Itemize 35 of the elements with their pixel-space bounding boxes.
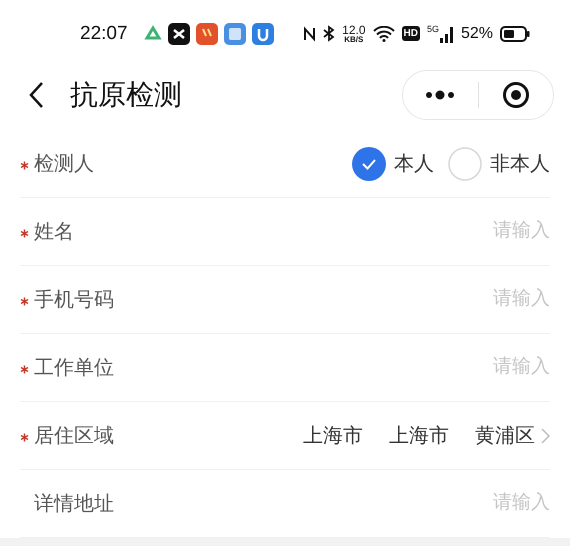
radio-icon <box>448 146 482 181</box>
field-label: 手机号码 <box>34 288 114 313</box>
target-icon <box>502 81 530 110</box>
more-icon <box>425 90 456 100</box>
app-icon <box>196 22 218 45</box>
field-label: 检测人 <box>34 152 94 177</box>
input-field[interactable]: 请输入 <box>350 353 550 382</box>
field-label: 详情地址 <box>34 492 114 517</box>
wifi-icon <box>372 26 394 42</box>
input-field[interactable]: 请输入 <box>350 285 550 314</box>
battery-percent: 52% <box>460 24 493 44</box>
page-title: 抗原检测 <box>70 78 182 112</box>
bluetooth-icon <box>323 25 336 42</box>
battery-icon <box>500 26 530 42</box>
network-type: 5G <box>426 24 439 34</box>
field-label: 姓名 <box>34 220 74 245</box>
app-icon <box>252 22 274 45</box>
speed-unit: KB/S <box>344 36 364 44</box>
nfc-icon <box>303 26 316 42</box>
speed-value: 12.0 <box>342 24 366 36</box>
back-icon <box>28 81 44 110</box>
chevron-icon <box>541 428 550 444</box>
hd-badge: HD <box>402 26 420 42</box>
app-icon <box>168 22 190 45</box>
field-label: 工作单位 <box>34 356 114 381</box>
radio-option[interactable]: 非本人 <box>448 146 550 181</box>
field-label: 居住区域 <box>34 424 114 449</box>
input-field[interactable]: 请输入 <box>350 489 550 518</box>
signal-icon <box>440 24 454 43</box>
input-field[interactable]: 请输入 <box>350 217 550 246</box>
region-picker[interactable]: 上海市 上海市 黄浦区 <box>303 420 550 451</box>
status-time: 22:07 <box>80 22 128 46</box>
radio-icon <box>352 146 386 181</box>
app-icon <box>224 22 246 45</box>
radio-option[interactable]: 本人 <box>352 146 434 181</box>
